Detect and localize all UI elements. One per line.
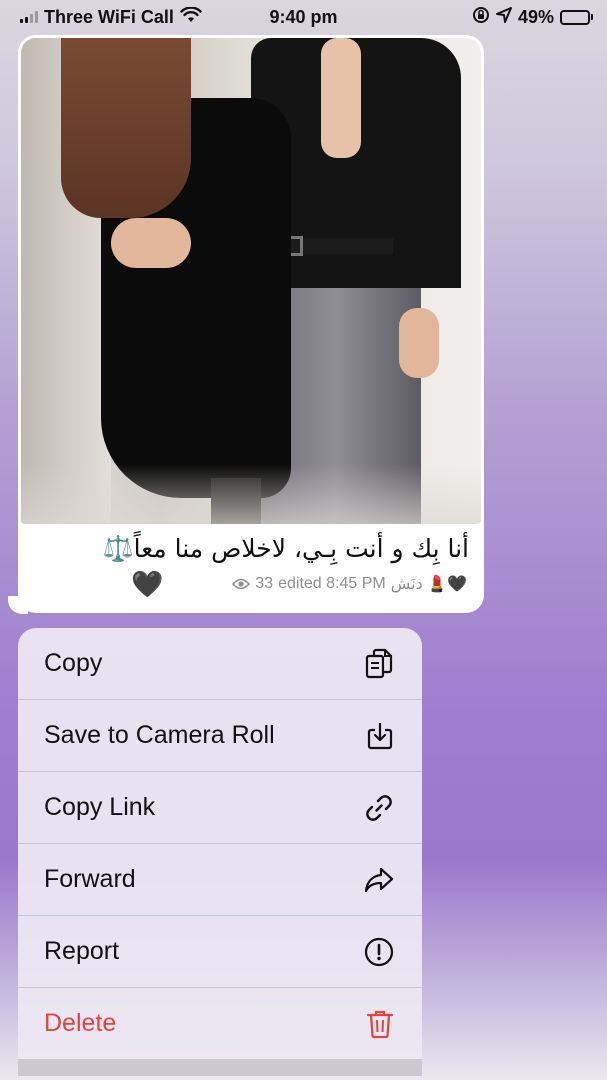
orientation-lock-icon (472, 6, 490, 29)
menu-item-label: Copy Link (44, 793, 156, 821)
save-download-icon (366, 722, 394, 750)
menu-item-save-to-camera-roll[interactable]: Save to Camera Roll (18, 700, 422, 772)
menu-separator (18, 1060, 422, 1076)
edited-time: edited 8:45 PM (278, 575, 386, 592)
status-right: 49% (472, 6, 593, 29)
context-menu: Copy Save to Camera Roll Copy Link Forwa… (18, 628, 422, 1080)
menu-item-label: Forward (44, 865, 136, 893)
trash-icon (366, 1009, 394, 1039)
message-meta-info: 33 edited 8:45 PM دنَش 💄🖤 (232, 574, 467, 594)
message-meta: 🖤 33 edited 8:45 PM دنَش 💄🖤 (21, 564, 481, 600)
views-count: 33 (255, 575, 274, 592)
location-arrow-icon (495, 6, 512, 28)
menu-item-report[interactable]: Report (18, 916, 422, 988)
battery-icon (560, 9, 593, 25)
exclamation-circle-icon (364, 937, 394, 967)
signal-icon (20, 11, 38, 23)
link-icon (364, 793, 394, 823)
menu-item-label: Save to Camera Roll (44, 721, 275, 749)
status-left: Three WiFi Call (20, 5, 202, 28)
message-photo[interactable] (21, 38, 481, 524)
menu-item-delete[interactable]: Delete (18, 988, 422, 1060)
wifi-icon (180, 5, 202, 28)
battery-percent: 49% (517, 6, 554, 27)
menu-item-label: Report (44, 937, 120, 965)
menu-item-forward[interactable]: Forward (18, 844, 422, 916)
status-bar: Three WiFi Call 9:40 pm 49% (0, 0, 607, 34)
author-signature: دنَش 💄🖤 (390, 576, 467, 593)
copy-icon (364, 648, 394, 680)
menu-item-copy-link[interactable]: Copy Link (18, 772, 422, 844)
menu-item-label: Delete (44, 1009, 117, 1037)
message-caption: أنا بِك و أنت بِـي، لاخلاص منا معاً⚖️ (102, 534, 470, 563)
reaction-heart[interactable]: 🖤 (131, 571, 163, 597)
carrier-label: Three WiFi Call (44, 6, 174, 27)
message-bubble[interactable]: أنا بِك و أنت بِـي، لاخلاص منا معاً⚖️ 🖤 … (18, 35, 484, 613)
menu-item-copy[interactable]: Copy (18, 628, 422, 700)
menu-secondary-section (18, 1076, 422, 1080)
forward-arrow-icon (364, 867, 394, 893)
eye-icon (232, 578, 251, 590)
menu-item-label: Copy (44, 649, 103, 677)
